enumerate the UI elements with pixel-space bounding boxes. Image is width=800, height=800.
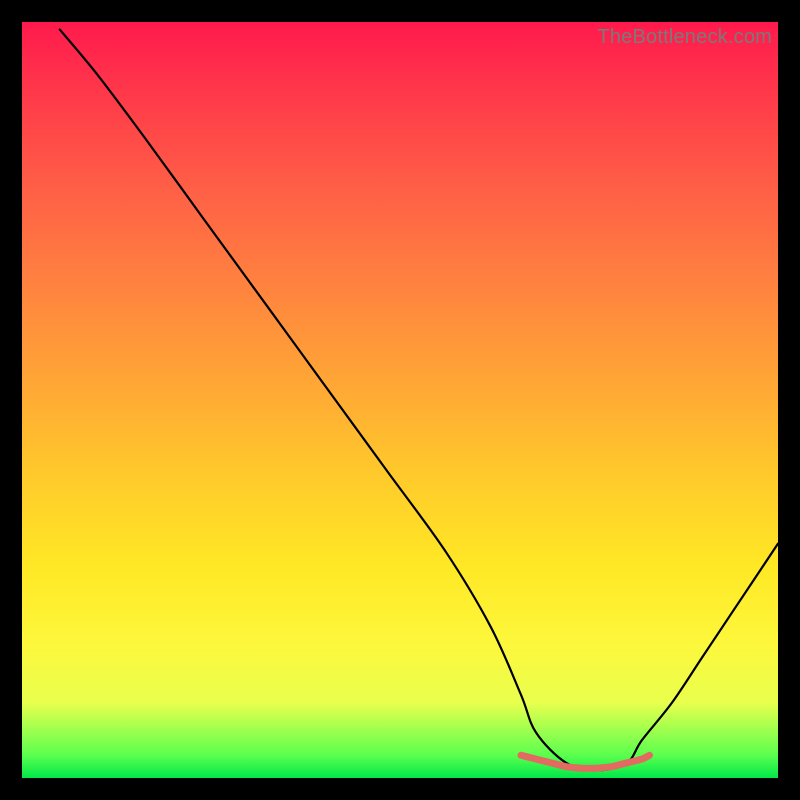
chart-frame: TheBottleneck.com [0, 0, 800, 800]
bottleneck-curve-black [60, 30, 778, 771]
optimal-range-marker [521, 755, 650, 768]
chart-curves [22, 22, 778, 778]
watermark-text: TheBottleneck.com [597, 26, 772, 49]
chart-plot-area: TheBottleneck.com [22, 22, 778, 778]
